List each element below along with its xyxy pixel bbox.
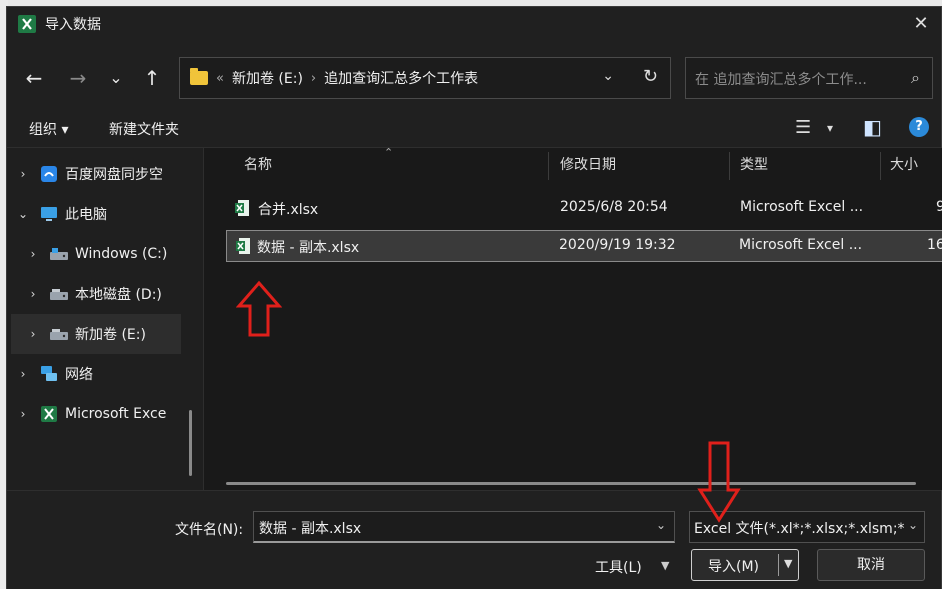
filetype-select[interactable]: Excel 文件(*.xl*;*.xlsx;*.xlsm;* ⌄ xyxy=(689,511,925,543)
filename-dropdown-chevron-icon[interactable]: ⌄ xyxy=(656,518,666,532)
back-button[interactable]: ← xyxy=(19,63,49,93)
column-header-name[interactable]: 名称 xyxy=(244,148,272,182)
sidebar-item-network[interactable]: › 网络 xyxy=(11,354,181,394)
file-modified: 2025/6/8 20:54 xyxy=(560,199,668,215)
excel-icon xyxy=(39,405,59,423)
drive-icon xyxy=(49,325,69,343)
sidebar-item-label: 本地磁盘 (D:) xyxy=(75,287,162,303)
network-icon xyxy=(39,365,59,383)
sidebar-item-baidu[interactable]: › 百度网盘同步空 xyxy=(11,154,181,194)
command-toolbar: 组织 ▾ 新建文件夹 ☰ ▾ ◧ ? xyxy=(7,111,941,147)
refresh-icon[interactable]: ↻ xyxy=(643,66,658,87)
help-icon[interactable]: ? xyxy=(909,117,929,137)
address-segment-drive[interactable]: 新加卷 (E:) xyxy=(232,68,303,88)
navigation-pane: › 百度网盘同步空 ⌄ 此电脑 › Windows (C:) › 本地磁盘 (D… xyxy=(7,148,203,490)
file-size: 9 xyxy=(936,199,942,215)
drive-icon xyxy=(49,245,69,263)
sidebar-item-drive-c[interactable]: › Windows (C:) xyxy=(21,234,191,274)
file-size: 16 xyxy=(927,237,942,253)
expand-chevron-icon[interactable]: › xyxy=(21,247,45,261)
file-name: 合并.xlsx xyxy=(258,202,319,218)
bottom-panel: 文件名(N): 数据 - 副本.xlsx ⌄ Excel 文件(*.xl*;*.… xyxy=(7,490,941,589)
sidebar-scrollbar[interactable] xyxy=(189,410,192,476)
address-segment-folder[interactable]: 追加查询汇总多个工作表 xyxy=(324,68,478,88)
column-header-modified[interactable]: 修改日期 xyxy=(560,148,616,182)
collapse-chevron-icon[interactable]: ⌄ xyxy=(11,207,35,221)
column-divider[interactable] xyxy=(729,152,730,180)
filename-field[interactable]: 数据 - 副本.xlsx ⌄ xyxy=(253,511,675,543)
import-button[interactable]: 导入(M) ▼ xyxy=(691,549,799,581)
address-bar[interactable]: « 新加卷 (E:) › 追加查询汇总多个工作表 ⌄ ↻ xyxy=(179,57,671,99)
recent-locations-button[interactable]: ⌄ xyxy=(101,63,131,93)
excel-file-icon xyxy=(236,238,250,254)
excel-file-icon xyxy=(235,200,249,216)
expand-chevron-icon[interactable]: › xyxy=(11,167,35,181)
sort-ascending-icon: ⌃ xyxy=(384,146,394,159)
sidebar-item-this-pc[interactable]: ⌄ 此电脑 xyxy=(11,194,181,234)
sidebar-item-label: 此电脑 xyxy=(65,207,107,223)
file-type: Microsoft Excel ... xyxy=(739,237,863,253)
import-data-dialog: 导入数据 ✕ ← → ⌄ ↑ « 新加卷 (E:) › 追加查询汇总多个工作表 … xyxy=(6,6,942,589)
filename-value[interactable]: 数据 - 副本.xlsx xyxy=(259,518,361,538)
view-options-icon[interactable]: ☰ xyxy=(795,117,811,138)
expand-chevron-icon[interactable]: › xyxy=(21,287,45,301)
excel-icon xyxy=(18,15,36,33)
forward-button[interactable]: → xyxy=(63,63,93,93)
sidebar-item-drive-e[interactable]: › 新加卷 (E:) xyxy=(11,314,181,354)
search-box[interactable]: 在 追加查询汇总多个工作... ⌕ xyxy=(685,57,933,99)
address-separator[interactable]: › xyxy=(311,71,316,86)
table-row[interactable]: 合并.xlsx 2025/6/8 20:54 Microsoft Excel .… xyxy=(226,193,942,225)
drive-icon xyxy=(49,285,69,303)
expand-chevron-icon[interactable]: › xyxy=(11,407,35,421)
split-button-divider xyxy=(778,554,779,576)
column-divider[interactable] xyxy=(548,152,549,180)
cancel-button[interactable]: 取消 xyxy=(817,549,925,581)
search-icon[interactable]: ⌕ xyxy=(911,68,920,88)
expand-chevron-icon[interactable]: › xyxy=(11,367,35,381)
column-header-type[interactable]: 类型 xyxy=(740,148,768,182)
title-bar: 导入数据 ✕ xyxy=(7,7,941,41)
horizontal-scrollbar[interactable] xyxy=(226,482,916,485)
sidebar-item-label: 新加卷 (E:) xyxy=(75,327,146,343)
column-header-size[interactable]: 大小 xyxy=(890,148,918,182)
sidebar-item-drive-d[interactable]: › 本地磁盘 (D:) xyxy=(21,274,191,314)
view-options-chevron-icon[interactable]: ▾ xyxy=(827,121,833,135)
filetype-chevron-icon[interactable]: ⌄ xyxy=(907,518,918,532)
file-list: ⌃ 名称 修改日期 类型 大小 合并.xlsx 2025/6/8 20:54 M… xyxy=(204,146,942,490)
filename-label: 文件名(N): xyxy=(175,522,244,538)
search-input[interactable]: 在 追加查询汇总多个工作... xyxy=(695,69,867,89)
file-name: 数据 - 副本.xlsx xyxy=(257,240,360,256)
sidebar-item-label: Microsoft Exce xyxy=(65,406,167,422)
sidebar-item-label: Windows (C:) xyxy=(75,246,168,262)
tools-menu-button[interactable]: 工具(L) xyxy=(595,557,642,577)
close-button[interactable]: ✕ xyxy=(909,13,933,37)
baidu-cloud-icon xyxy=(39,165,59,183)
preview-pane-icon[interactable]: ◧ xyxy=(863,115,882,139)
import-options-chevron-icon[interactable]: ▼ xyxy=(784,557,792,570)
sidebar-item-label: 百度网盘同步空 xyxy=(65,167,163,183)
up-button[interactable]: ↑ xyxy=(137,63,167,93)
expand-chevron-icon[interactable]: › xyxy=(21,327,45,341)
address-overflow[interactable]: « xyxy=(216,71,224,86)
table-row-selected[interactable]: 数据 - 副本.xlsx 2020/9/19 19:32 Microsoft E… xyxy=(226,230,942,262)
file-type: Microsoft Excel ... xyxy=(740,199,864,215)
organize-menu-button[interactable]: 组织 ▾ xyxy=(29,119,68,139)
sidebar-item-label: 网络 xyxy=(65,367,93,383)
address-history-chevron-icon[interactable]: ⌄ xyxy=(602,68,614,84)
sidebar-item-microsoft-excel[interactable]: › Microsoft Exce xyxy=(11,394,181,434)
tools-chevron-icon[interactable]: ▼ xyxy=(661,559,669,572)
column-divider[interactable] xyxy=(880,152,881,180)
file-modified: 2020/9/19 19:32 xyxy=(559,237,676,253)
import-button-label: 导入(M) xyxy=(708,559,760,575)
filetype-value: Excel 文件(*.xl*;*.xlsx;*.xlsm;* xyxy=(694,521,905,537)
computer-icon xyxy=(39,205,59,223)
navigation-row: ← → ⌄ ↑ « 新加卷 (E:) › 追加查询汇总多个工作表 ⌄ ↻ 在 追… xyxy=(7,57,941,103)
window-title: 导入数据 xyxy=(45,17,101,33)
new-folder-button[interactable]: 新建文件夹 xyxy=(109,119,179,139)
folder-icon xyxy=(190,68,208,85)
